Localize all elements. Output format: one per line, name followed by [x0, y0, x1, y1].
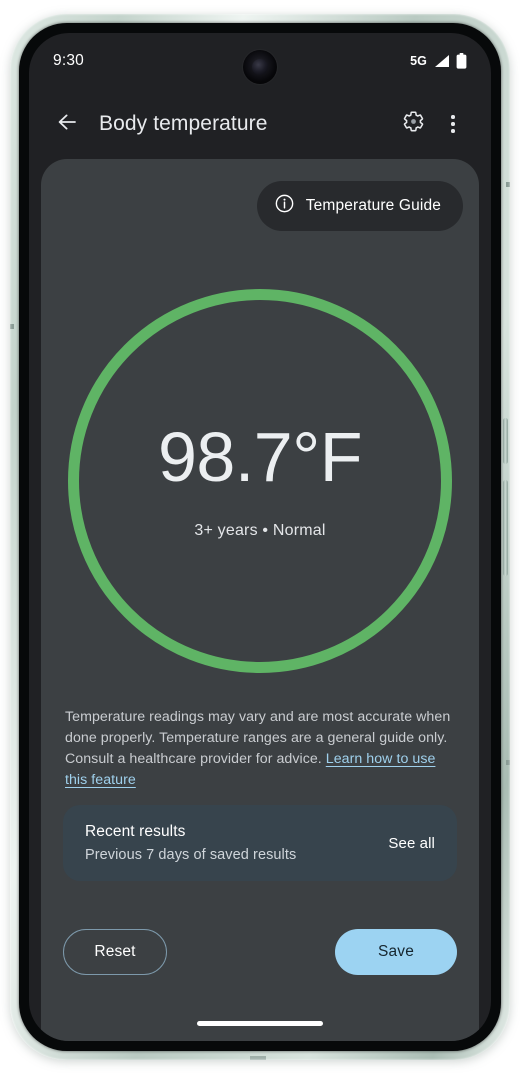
info-circle-icon [274, 193, 295, 219]
recent-results-subtitle: Previous 7 days of saved results [85, 847, 297, 863]
recent-results-texts: Recent results Previous 7 days of saved … [85, 823, 296, 863]
status-bar-clock: 9:30 [53, 52, 84, 69]
see-all-button[interactable]: See all [388, 835, 435, 852]
save-button[interactable]: Save [335, 929, 457, 975]
frame-antenna-seam [506, 182, 510, 187]
volume-rocker-button[interactable] [503, 480, 508, 576]
back-button[interactable] [47, 104, 87, 144]
settings-button[interactable] [393, 104, 433, 144]
status-bar-indicators: 5G [410, 53, 467, 69]
gesture-nav-pill[interactable] [197, 1021, 323, 1026]
frame-antenna-seam [10, 324, 14, 329]
arrow-back-icon [55, 110, 79, 139]
frame-antenna-seam [250, 1056, 266, 1060]
power-button[interactable] [503, 418, 508, 464]
recent-results-card[interactable]: Recent results Previous 7 days of saved … [63, 805, 457, 881]
disclaimer-text: Temperature readings may vary and are mo… [65, 707, 455, 791]
temperature-value: 98.7°F [158, 418, 363, 496]
signal-bars-icon [433, 54, 450, 68]
overflow-menu-button[interactable] [433, 104, 473, 144]
battery-full-icon [456, 53, 467, 69]
more-vertical-icon [451, 115, 455, 133]
temperature-gauge: 98.7°F 3+ years • Normal [68, 289, 452, 673]
frame-antenna-seam [506, 760, 510, 765]
action-bar: Reset Save [41, 929, 479, 975]
app-bar: Body temperature [29, 95, 491, 153]
content-panel: Temperature Guide 98.7°F 3+ years • Norm… [41, 159, 479, 1041]
temperature-guide-button[interactable]: Temperature Guide [256, 181, 463, 231]
screenshot-stage: 9:30 5G Body temperature Temperature Gui… [0, 0, 520, 1080]
phone-screen: 9:30 5G Body temperature Temperature Gui… [29, 33, 491, 1041]
temperature-guide-label: Temperature Guide [305, 197, 441, 214]
temperature-subtitle: 3+ years • Normal [194, 522, 326, 539]
reset-button[interactable]: Reset [63, 929, 167, 975]
page-title: Body temperature [99, 112, 268, 135]
temperature-guide-row: Temperature Guide [256, 181, 463, 231]
recent-results-title: Recent results [85, 823, 186, 840]
gear-icon [402, 110, 425, 138]
gauge-center: 98.7°F 3+ years • Normal [68, 289, 452, 673]
network-type-label: 5G [410, 54, 427, 68]
front-camera-icon [243, 50, 277, 84]
